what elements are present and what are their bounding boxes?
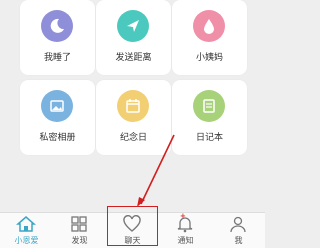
annotation-arrow (137, 134, 175, 207)
